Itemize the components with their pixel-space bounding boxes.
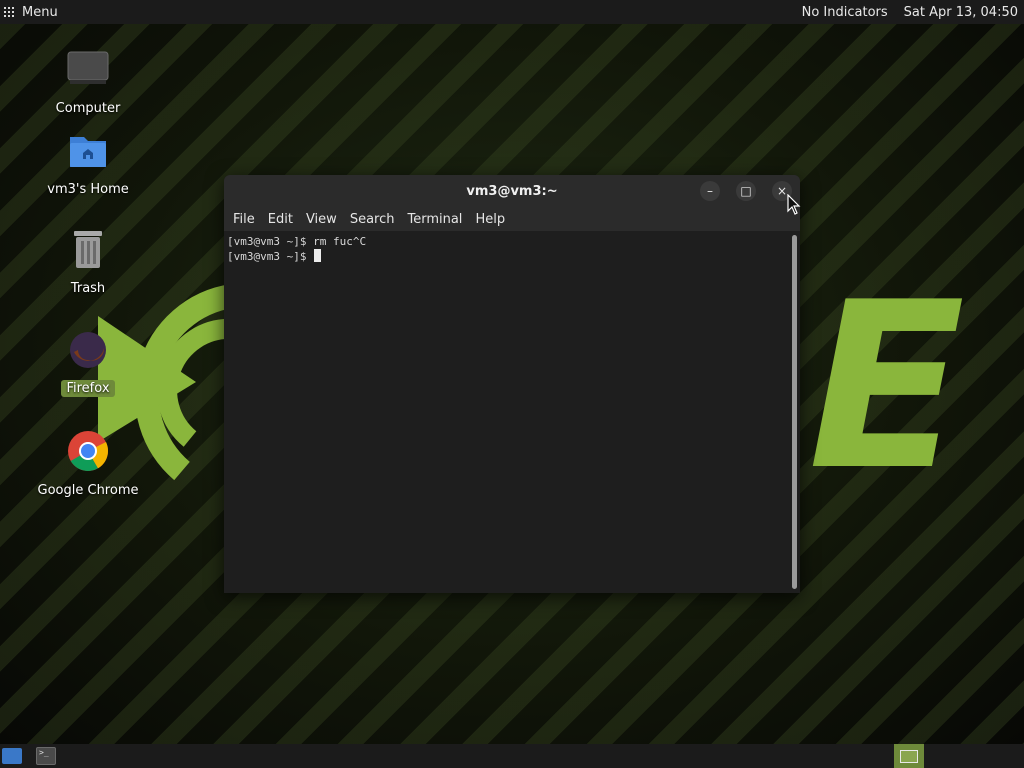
computer-icon [28, 50, 148, 94]
minimize-button[interactable]: – [700, 181, 720, 201]
maximize-icon: □ [740, 184, 752, 198]
workspace-1[interactable] [900, 749, 918, 763]
menu-edit[interactable]: Edit [263, 212, 298, 227]
chrome-icon [28, 430, 148, 476]
menu-button[interactable]: Menu [0, 0, 64, 24]
desktop-icon-label: Firefox [61, 380, 115, 397]
menu-label: Menu [22, 4, 58, 20]
bottom-panel: >_ [0, 744, 1024, 768]
desktop-icon-chrome[interactable]: Google Chrome [28, 430, 148, 499]
workspace-switcher[interactable] [894, 744, 924, 768]
terminal-menubar: File Edit View Search Terminal Help [224, 207, 800, 231]
terminal-window[interactable]: vm3@vm3:~ – □ × File Edit View Search Te… [224, 175, 800, 593]
terminal-line-prompt: [vm3@vm3 ~]$ [227, 249, 785, 264]
indicators-status[interactable]: No Indicators [802, 5, 888, 20]
terminal-output[interactable]: [vm3@vm3 ~]$ rm fuc^C [vm3@vm3 ~]$ [224, 233, 788, 593]
trash-icon [28, 228, 148, 274]
menu-file[interactable]: File [228, 212, 260, 227]
menu-view[interactable]: View [301, 212, 342, 227]
show-desktop-button[interactable] [2, 748, 22, 764]
wallpaper-letter: E [808, 254, 965, 521]
clock[interactable]: Sat Apr 13, 04:50 [904, 5, 1018, 20]
minimize-icon: – [707, 184, 713, 198]
mouse-pointer-icon [787, 194, 801, 215]
text-cursor [314, 249, 322, 262]
desktop-icon-label: vm3's Home [47, 182, 129, 197]
window-title: vm3@vm3:~ [466, 183, 558, 199]
menu-terminal[interactable]: Terminal [402, 212, 467, 227]
terminal-scrollbar[interactable] [792, 235, 797, 589]
close-icon: × [776, 184, 788, 198]
firefox-icon [28, 330, 148, 374]
desktop-icon-label: Trash [70, 281, 106, 296]
desktop-icon-firefox[interactable]: Firefox [28, 330, 148, 397]
terminal-titlebar[interactable]: vm3@vm3:~ – □ × [224, 175, 800, 207]
desktop-icon-computer[interactable]: Computer [28, 50, 148, 117]
terminal-line: [vm3@vm3 ~]$ rm fuc^C [227, 235, 367, 248]
home-folder-icon [28, 131, 148, 175]
desktop-icon-home[interactable]: vm3's Home [28, 131, 148, 198]
terminal-prompt: [vm3@vm3 ~]$ [227, 250, 314, 263]
top-panel: Menu No Indicators Sat Apr 13, 04:50 [0, 0, 1024, 24]
desktop-icon-label: Computer [55, 101, 121, 116]
desktop-icon-trash[interactable]: Trash [28, 228, 148, 297]
menu-search[interactable]: Search [345, 212, 400, 227]
desktop-icon-label: Google Chrome [37, 483, 139, 498]
menu-help[interactable]: Help [470, 212, 510, 227]
app-grid-icon [4, 7, 14, 17]
maximize-button[interactable]: □ [736, 181, 756, 201]
taskbar-terminal-button[interactable]: >_ [36, 747, 56, 765]
